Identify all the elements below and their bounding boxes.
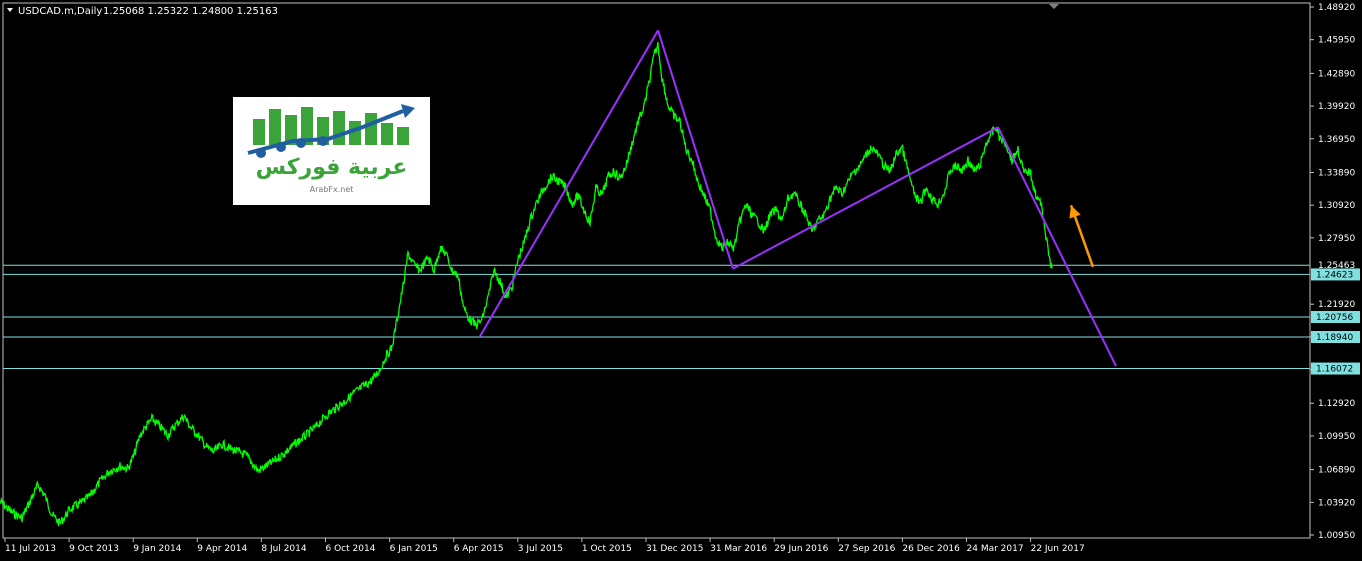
y-tick-label: 1.39920 [1318,102,1355,112]
y-tick-label: 1.27950 [1318,234,1355,244]
logo-site-text: ArabFx.net [309,185,354,194]
x-tick-label: 9 Jan 2014 [133,544,181,554]
x-tick-label: 1 Oct 2015 [582,544,632,554]
chart-background [0,0,1362,561]
symbol-label: USDCAD.m,Daily [18,6,102,17]
y-tick-label: 1.42890 [1318,69,1355,79]
x-tick-label: 8 Jul 2014 [261,544,306,554]
x-tick-label: 6 Jan 2015 [390,544,438,554]
y-tick-label: 1.36950 [1318,135,1355,145]
x-tick-label: 9 Apr 2014 [197,544,247,554]
x-tick-label: 31 Mar 2016 [710,544,767,554]
level-price-label: 1.16072 [1316,365,1353,375]
level-price-label: 1.20756 [1316,313,1353,323]
level-price-label: 1.18940 [1316,333,1353,343]
y-tick-label: 1.21920 [1318,300,1355,310]
y-tick-label: 1.48920 [1318,3,1355,13]
x-tick-label: 9 Oct 2013 [69,544,119,554]
logo-arabic-text: عربية فوركس [255,155,408,180]
chart-header: USDCAD.m,Daily 1.25068 1.25322 1.24800 1… [7,6,278,17]
x-tick-label: 22 Jun 2017 [1031,544,1085,554]
level-price-label: 1.24623 [1316,270,1353,280]
x-tick-label: 24 Mar 2017 [967,544,1024,554]
price-chart[interactable]: 1.48920 1.45950 1.42890 1.39920 1.36950 1.338… [0,0,1362,561]
x-tick-label: 11 Jul 2013 [5,544,56,554]
x-tick-label: 29 Jun 2016 [774,544,828,554]
y-tick-label: 1.00950 [1318,531,1355,541]
x-tick-label: 3 Jul 2015 [518,544,563,554]
y-tick-label: 1.30920 [1318,201,1355,211]
y-tick-label: 1.12920 [1318,399,1355,409]
x-tick-label: 6 Apr 2015 [454,544,504,554]
y-tick-label: 1.33890 [1318,168,1355,178]
x-tick-label: 6 Oct 2014 [326,544,376,554]
x-tick-label: 31 Dec 2015 [646,544,704,554]
x-tick-label: 26 Dec 2016 [902,544,960,554]
y-tick-label: 1.06890 [1318,466,1355,476]
ohlc-values: 1.25068 1.25322 1.24800 1.25163 [103,6,278,17]
y-tick-label: 1.45950 [1318,36,1355,46]
y-tick-label: 1.09950 [1318,432,1355,442]
y-tick-label: 1.03920 [1318,498,1355,508]
arabfx-logo: عربية فوركس ArabFx.net [233,97,430,205]
x-tick-label: 27 Sep 2016 [838,544,895,554]
